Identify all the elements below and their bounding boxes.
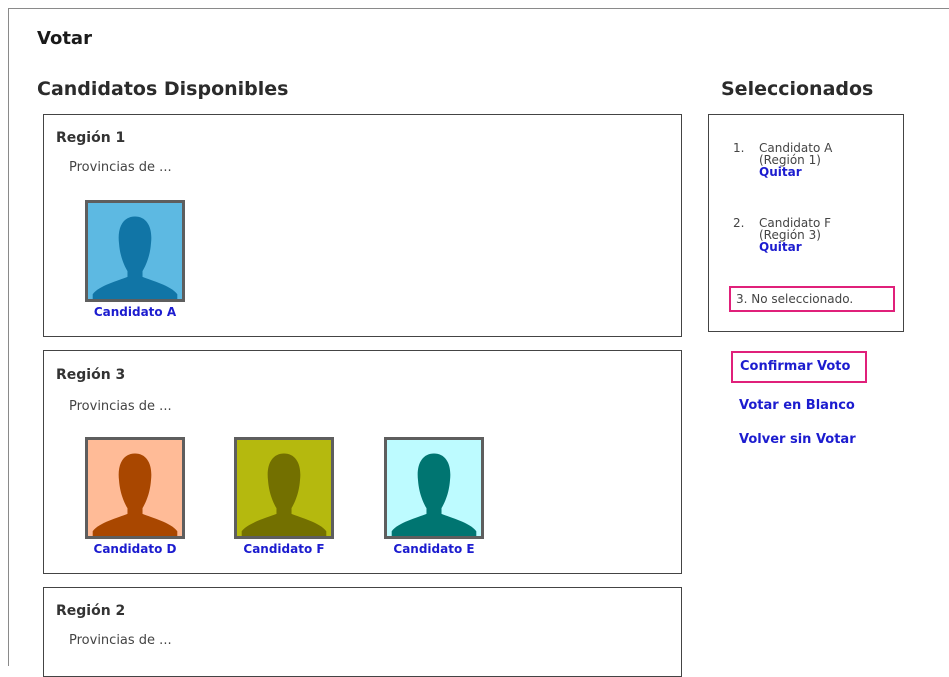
candidate-card-f[interactable]: Candidato F [229, 437, 339, 556]
candidate-photo[interactable] [384, 437, 484, 539]
person-silhouette-icon [88, 203, 182, 299]
empty-slot-text: No seleccionado. [751, 292, 854, 306]
selected-heading: Seleccionados [721, 78, 874, 100]
candidate-card-a[interactable]: Candidato A [80, 200, 190, 319]
region-title: Región 2 [56, 603, 126, 619]
page-title: Votar [37, 28, 92, 49]
candidate-card-e[interactable]: Candidato E [379, 437, 489, 556]
selected-list-panel: 1. Candidato A (Región 1) Quitar 2. Cand… [708, 114, 904, 332]
selected-item-number: 1. [733, 141, 745, 155]
remove-link[interactable]: Quitar [759, 166, 832, 178]
person-silhouette-icon [387, 440, 481, 536]
selected-item-empty: 3. No seleccionado. [729, 286, 895, 312]
candidate-name-link[interactable]: Candidato E [379, 542, 489, 556]
region-panel-2: Región 2 Provincias de ... [43, 587, 682, 677]
candidate-name-link[interactable]: Candidato F [229, 542, 339, 556]
region-panel-1: Región 1 Provincias de ... Candidato A [43, 114, 682, 337]
region-panel-3: Región 3 Provincias de ... Candidato D C… [43, 350, 682, 574]
region-subtitle: Provincias de ... [69, 160, 172, 175]
region-title: Región 1 [56, 130, 126, 146]
candidate-name-link[interactable]: Candidato A [80, 305, 190, 319]
selected-item-number: 3. [736, 292, 748, 306]
region-subtitle: Provincias de ... [69, 399, 172, 414]
back-without-voting-button[interactable]: Volver sin Votar [739, 432, 856, 447]
candidate-name-link[interactable]: Candidato D [80, 542, 190, 556]
available-candidates-heading: Candidatos Disponibles [37, 78, 289, 100]
region-title: Región 3 [56, 367, 126, 383]
confirm-vote-button[interactable]: Confirmar Voto [731, 351, 867, 383]
person-silhouette-icon [237, 440, 331, 536]
candidate-photo[interactable] [234, 437, 334, 539]
candidate-card-d[interactable]: Candidato D [80, 437, 190, 556]
blank-vote-button[interactable]: Votar en Blanco [739, 398, 855, 413]
candidate-photo[interactable] [85, 437, 185, 539]
person-silhouette-icon [88, 440, 182, 536]
candidate-photo[interactable] [85, 200, 185, 302]
region-subtitle: Provincias de ... [69, 633, 172, 648]
selected-item-number: 2. [733, 216, 745, 230]
remove-link[interactable]: Quitar [759, 241, 831, 253]
